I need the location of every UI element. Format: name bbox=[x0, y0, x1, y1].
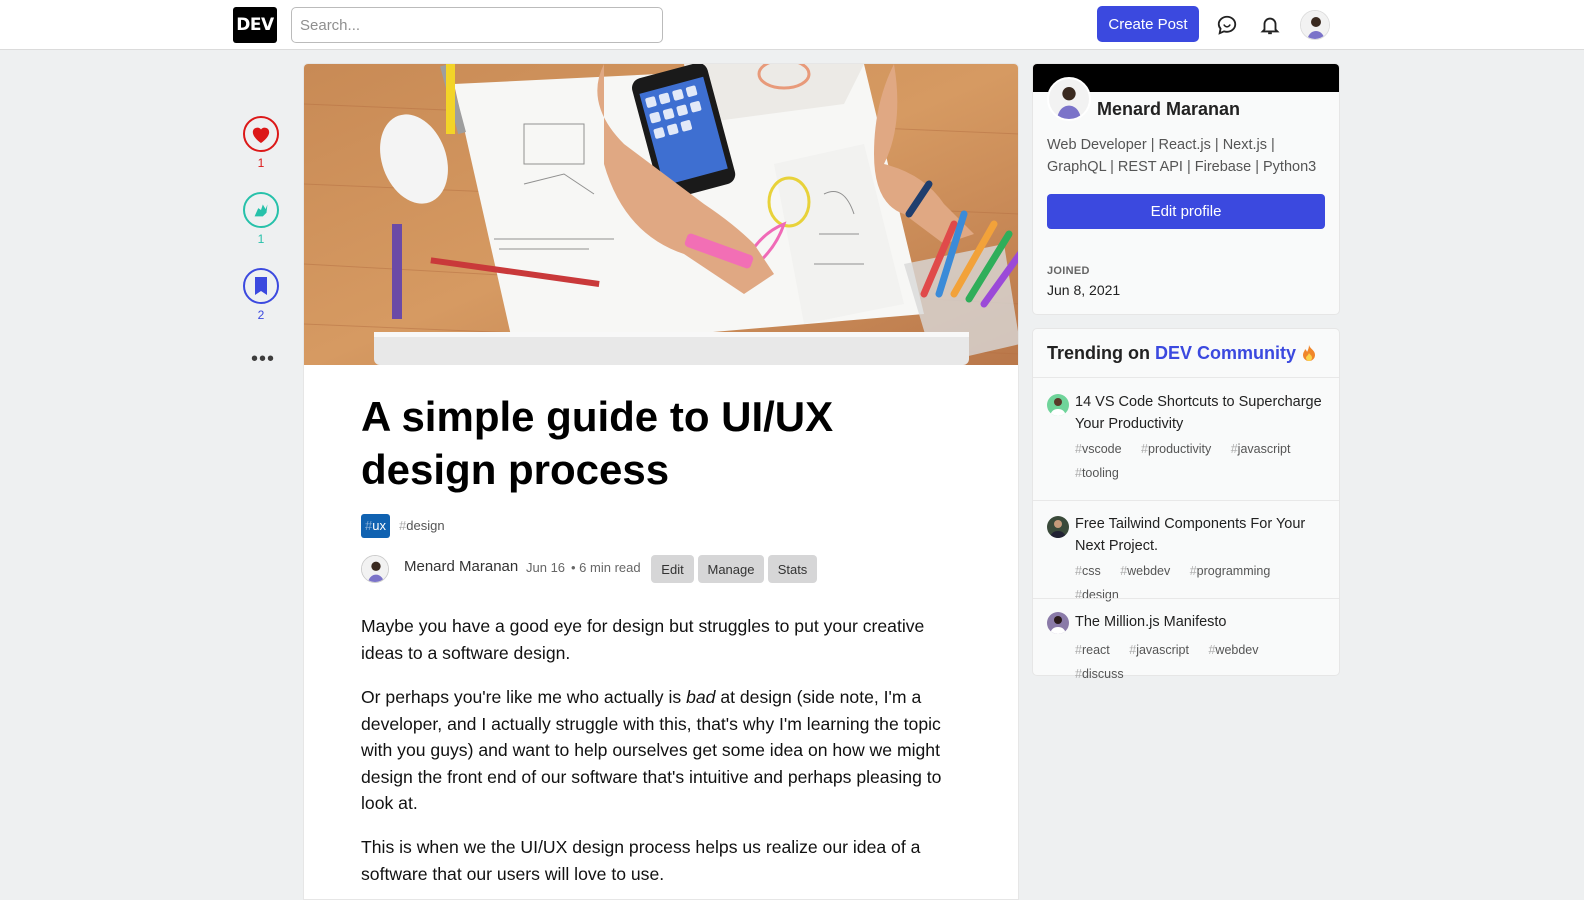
trending-tag[interactable]: #javascript bbox=[1129, 643, 1197, 657]
joined-date: Jun 8, 2021 bbox=[1047, 282, 1121, 298]
trending-author-avatar bbox=[1047, 516, 1069, 538]
heart-count: 1 bbox=[257, 156, 265, 170]
manage-button[interactable]: Manage bbox=[698, 555, 764, 583]
edit-button[interactable]: Edit bbox=[651, 555, 694, 583]
bell-icon[interactable] bbox=[1257, 12, 1283, 38]
trending-tag[interactable]: #discuss bbox=[1075, 667, 1132, 681]
trending-title[interactable]: 14 VS Code Shortcuts to Supercharge Your… bbox=[1075, 391, 1325, 435]
trending-tag[interactable]: #webdev bbox=[1208, 643, 1266, 657]
trending-item[interactable]: Free Tailwind Components For Your Next P… bbox=[1033, 500, 1339, 602]
bookmark-reaction-button[interactable]: 2 bbox=[243, 268, 279, 322]
trending-tag[interactable]: #react bbox=[1075, 643, 1118, 657]
chat-icon[interactable] bbox=[1214, 12, 1240, 38]
trending-title[interactable]: The Million.js Manifesto bbox=[1075, 611, 1325, 633]
trending-author-avatar bbox=[1047, 394, 1069, 416]
trending-tag[interactable]: #tooling bbox=[1075, 466, 1127, 480]
cover-image bbox=[304, 64, 1018, 365]
trending-tag[interactable]: #javascript bbox=[1231, 442, 1299, 456]
emphasis-text: bad bbox=[686, 687, 716, 707]
author-avatar[interactable] bbox=[361, 555, 389, 583]
profile-bio: Web Developer | React.js | Next.js | Gra… bbox=[1047, 137, 1317, 175]
trending-tag[interactable]: #vscode bbox=[1075, 442, 1130, 456]
trending-prefix: Trending on bbox=[1047, 343, 1150, 363]
bookmark-icon bbox=[243, 268, 279, 304]
trending-title[interactable]: Free Tailwind Components For Your Next P… bbox=[1075, 513, 1325, 557]
paragraph-text: Or perhaps you're like me who actually i… bbox=[361, 687, 682, 707]
article-paragraph: This is when we the UI/UX design process… bbox=[361, 837, 921, 884]
user-avatar[interactable] bbox=[1300, 10, 1330, 40]
trending-tag[interactable]: #webdev bbox=[1120, 564, 1178, 578]
trending-brand[interactable]: DEV Community bbox=[1155, 343, 1296, 363]
bookmark-count: 2 bbox=[257, 308, 265, 322]
article-paragraph: Or perhaps you're like me who actually i… bbox=[361, 684, 961, 817]
more-options-icon[interactable]: ••• bbox=[251, 349, 275, 369]
read-time: • 6 min read bbox=[571, 560, 641, 575]
heart-icon bbox=[243, 116, 279, 152]
trending-tag[interactable]: #programming bbox=[1190, 564, 1279, 578]
author-name-link[interactable]: Menard Maranan bbox=[404, 558, 518, 575]
fire-icon bbox=[1301, 343, 1317, 363]
unicorn-icon bbox=[243, 192, 279, 228]
article-paragraph: Maybe you have a good eye for design but… bbox=[361, 616, 925, 663]
trending-tags: #react #javascript #webdev #discuss bbox=[1075, 638, 1325, 686]
tag-ux[interactable]: #ux bbox=[361, 514, 390, 538]
tag-label: ux bbox=[372, 518, 386, 533]
heart-reaction-button[interactable]: 1 bbox=[243, 116, 279, 170]
trending-tags: #vscode #productivity #javascript #tooli… bbox=[1075, 437, 1325, 485]
trending-tag[interactable]: #css bbox=[1075, 564, 1109, 578]
post-date: Jun 16 bbox=[526, 560, 566, 575]
unicorn-count: 1 bbox=[257, 232, 265, 246]
edit-profile-button[interactable]: Edit profile bbox=[1047, 194, 1325, 229]
dev-logo[interactable]: DEV bbox=[233, 7, 277, 43]
search-input[interactable] bbox=[291, 7, 663, 43]
profile-name[interactable]: Menard Maranan bbox=[1097, 99, 1240, 120]
article-card: A simple guide to UI/UX design process #… bbox=[303, 63, 1019, 900]
trending-item[interactable]: 14 VS Code Shortcuts to Supercharge Your… bbox=[1033, 377, 1339, 500]
author-profile-card: Menard Maranan Web Developer | React.js … bbox=[1032, 63, 1340, 315]
unicorn-reaction-button[interactable]: 1 bbox=[243, 192, 279, 246]
trending-card: Trending on DEV Community 14 VS Code Sho… bbox=[1032, 328, 1340, 681]
joined-label: JOINED bbox=[1047, 265, 1090, 277]
profile-avatar[interactable] bbox=[1047, 77, 1091, 121]
stats-button[interactable]: Stats bbox=[768, 555, 817, 583]
trending-author-avatar bbox=[1047, 612, 1069, 634]
article-title: A simple guide to UI/UX design process bbox=[361, 393, 834, 493]
top-header: DEV Create Post bbox=[0, 0, 1584, 50]
trending-item[interactable]: The Million.js Manifesto #react #javascr… bbox=[1033, 598, 1339, 681]
create-post-button[interactable]: Create Post bbox=[1097, 6, 1199, 42]
trending-heading: Trending on DEV Community bbox=[1047, 343, 1317, 364]
tag-design[interactable]: #design bbox=[399, 514, 445, 538]
trending-tag[interactable]: #productivity bbox=[1141, 442, 1219, 456]
tag-label: design bbox=[406, 518, 445, 533]
